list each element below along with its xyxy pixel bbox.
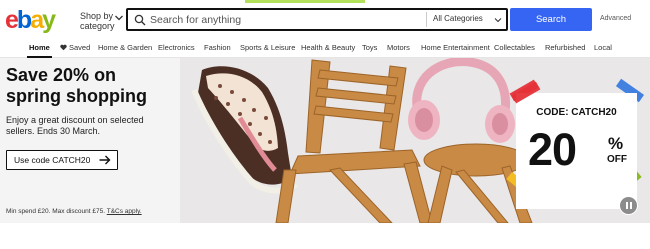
nav-item-saved-label: Saved	[69, 43, 91, 52]
promo-percent-sign: %	[608, 134, 624, 153]
search-button[interactable]: Search	[510, 8, 592, 31]
ebay-logo[interactable]: ebay	[5, 6, 56, 34]
nav-item-collectables[interactable]: Collectables	[494, 43, 535, 52]
category-divider	[426, 12, 427, 27]
nav-item-home-entertainment[interactable]: Home Entertainment	[421, 43, 490, 52]
banner-fineprint: Min spend £20. Max discount £75. T&Cs ap…	[6, 208, 142, 215]
promo-off: OFF	[607, 154, 627, 165]
header: ebay Shop by category All Categories Sea…	[0, 0, 650, 38]
category-nav: Home Saved Home & Garden Electronics Fas…	[0, 38, 650, 58]
nav-item-motors[interactable]: Motors	[387, 43, 410, 52]
nav-item-sports-leisure[interactable]: Sports & Leisure	[240, 43, 295, 52]
carousel-pause-button[interactable]	[619, 196, 638, 215]
arrow-right-icon	[99, 155, 111, 165]
logo-letter-a: a	[30, 6, 44, 34]
chevron-down-icon[interactable]	[114, 13, 124, 23]
banner-subtext: Enjoy a great discount on selected selle…	[6, 115, 144, 136]
promo-code-card: CODE: CATCH20 20 % OFF	[516, 93, 637, 209]
terms-link[interactable]: T&Cs apply.	[107, 208, 142, 215]
nav-item-health-beauty[interactable]: Health & Beauty	[301, 43, 355, 52]
promo-percent: 20	[528, 124, 577, 175]
nav-item-refurbished[interactable]: Refurbished	[545, 43, 585, 52]
promo-code-text: CODE: CATCH20	[536, 107, 617, 118]
wooden-chair-image	[275, 59, 433, 223]
use-code-button[interactable]: Use code CATCH20	[6, 150, 118, 170]
logo-letter-y: y	[42, 6, 56, 34]
banner-text-panel: Save 20% on spring shopping Enjoy a grea…	[0, 58, 180, 223]
nav-item-fashion[interactable]: Fashion	[204, 43, 231, 52]
sneaker-image	[191, 66, 298, 194]
logo-letter-b: b	[16, 6, 32, 34]
pink-headphones-image	[408, 58, 515, 143]
chevron-down-icon[interactable]	[494, 16, 502, 24]
logo-letter-e: e	[5, 6, 19, 34]
promo-banner[interactable]: Save 20% on spring shopping Enjoy a grea…	[0, 58, 650, 223]
use-code-label: Use code CATCH20	[14, 154, 91, 165]
nav-item-toys[interactable]: Toys	[362, 43, 377, 52]
fineprint-text: Min spend £20. Max discount £75.	[6, 208, 106, 215]
search-icon	[134, 14, 146, 26]
nav-item-home-garden[interactable]: Home & Garden	[98, 43, 152, 52]
advanced-search-link[interactable]: Advanced	[600, 15, 631, 22]
search-input[interactable]	[150, 11, 420, 29]
nav-item-home[interactable]: Home	[27, 43, 52, 58]
search-bar: All Categories	[126, 8, 508, 31]
nav-item-saved[interactable]: Saved	[60, 43, 90, 52]
nav-item-electronics[interactable]: Electronics	[158, 43, 195, 52]
promo-strip	[245, 0, 365, 3]
nav-item-local[interactable]: Local	[594, 43, 612, 52]
category-select[interactable]: All Categories	[433, 14, 503, 23]
heart-icon	[60, 44, 67, 51]
banner-headline: Save 20% on spring shopping	[6, 65, 147, 106]
